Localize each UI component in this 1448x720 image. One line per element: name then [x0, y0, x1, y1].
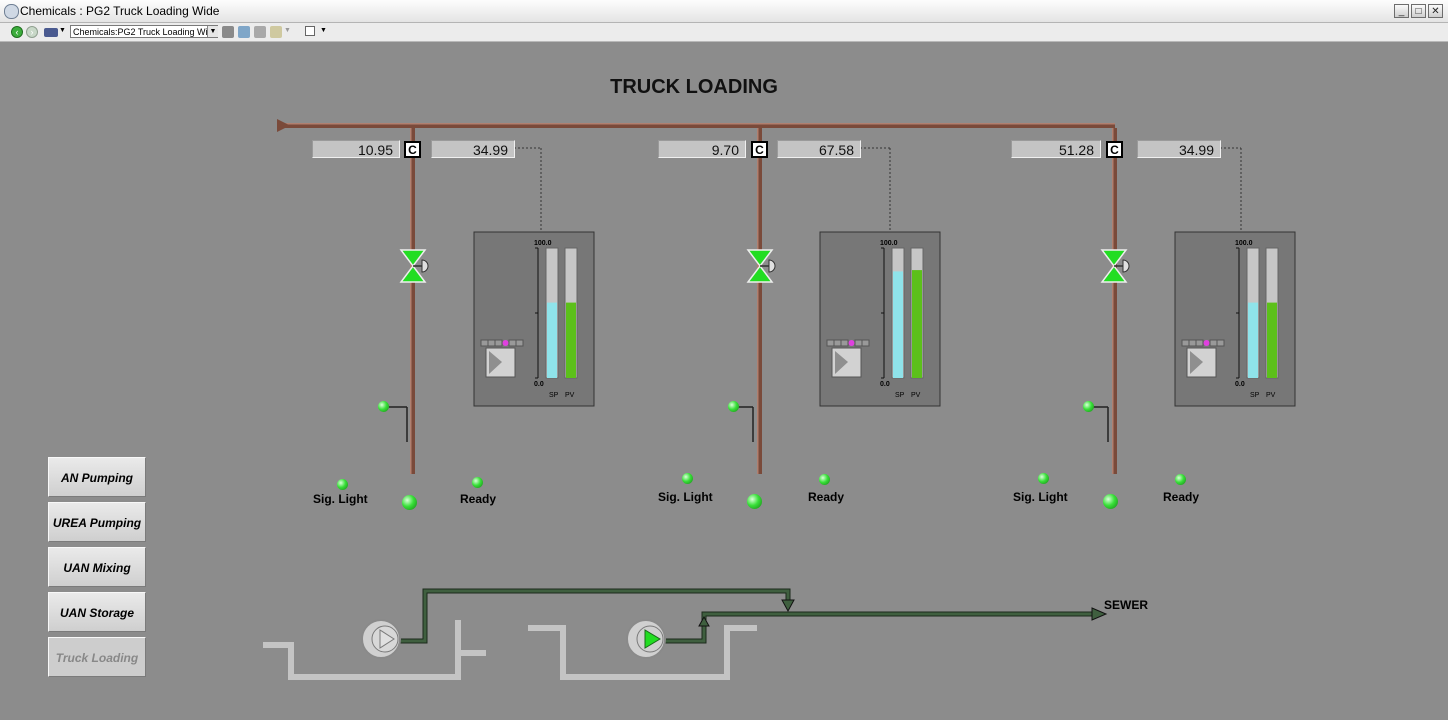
bay-3-flow-value[interactable]: 51.28 — [1011, 140, 1101, 158]
bay-3-sig-light — [1038, 473, 1049, 484]
bay-2-pv-label: PV — [911, 392, 921, 399]
bay-1-sp-bar — [547, 302, 557, 378]
bay-2-play-button[interactable] — [831, 347, 862, 378]
bay-2-pv-bar — [912, 270, 922, 378]
bay-2-ready-label: Ready — [808, 490, 845, 504]
nav-uan-mixing-tank-button[interactable]: UAN Mixing Tank — [48, 547, 146, 615]
bay-1-ready-light — [472, 477, 483, 488]
nav-an-pumping-button[interactable]: AN Pumping — [48, 457, 146, 497]
bay-2-sig-light-label: Sig. Light — [658, 490, 713, 504]
bay-2-run-light — [747, 494, 762, 509]
bay-2-status-light — [728, 401, 739, 412]
bay-1-scale-min: 0.0 — [534, 381, 544, 388]
bay-2-sp-label: SP — [895, 392, 905, 399]
bay-1-run-light — [402, 495, 417, 510]
bay-3-sig-light-label: Sig. Light — [1013, 490, 1068, 504]
bay-2-scale-max: 100.0 — [880, 240, 898, 247]
bay-1-ready-label: Ready — [460, 492, 497, 506]
bay-3-setpoint-value[interactable]: 34.99 — [1137, 140, 1221, 158]
bay-3-play-button[interactable] — [1186, 347, 1217, 378]
bay-2-flow-value[interactable]: 9.70 — [658, 140, 746, 158]
sump-1-pump-icon[interactable] — [361, 619, 401, 659]
bay-3-status-light — [1083, 401, 1094, 412]
bay-3-valve-icon[interactable] — [1100, 249, 1130, 283]
bay-1-sig-light — [337, 479, 348, 490]
bay-3-sp-label: SP — [1250, 392, 1260, 399]
sewer-label: SEWER — [1104, 598, 1149, 612]
bay-1-sig-light-label: Sig. Light — [313, 492, 368, 506]
bay-3-ready-light — [1175, 474, 1186, 485]
bay-1-scale-max: 100.0 — [534, 240, 552, 247]
nav-truck-loading-button[interactable]: Truck Loading — [48, 637, 146, 677]
bay-3-scale-max: 100.0 — [1235, 240, 1253, 247]
bay-1-setpoint-value[interactable]: 34.99 — [431, 140, 515, 158]
bay-2-drop-pipe — [757, 128, 762, 474]
bay-3-pv-label: PV — [1266, 392, 1276, 399]
bay-1-sp-label: SP — [549, 392, 559, 399]
bay-1-pv-label: PV — [565, 392, 575, 399]
process-graphic: 100.0 0.0 SP PV 100.0 0.0 SP PV 100.0 0.… — [263, 119, 1296, 680]
bay-2-ready-light — [819, 474, 830, 485]
bay-3-ready-label: Ready — [1163, 490, 1200, 504]
bay-1-drop-pipe — [410, 128, 415, 474]
bay-2-scale-min: 0.0 — [880, 381, 890, 388]
sump-1-outline — [263, 620, 461, 680]
bay-3-controller-button[interactable]: C — [1106, 141, 1123, 158]
header-pipe — [277, 119, 1115, 132]
bay-1-flow-value[interactable]: 10.95 — [312, 140, 400, 158]
nav-uan-storage-tank-button[interactable]: UAN Storage Tank — [48, 592, 146, 660]
bay-1-play-button[interactable] — [485, 347, 516, 378]
sump-2-pump-icon[interactable] — [626, 619, 666, 659]
sump-discharge-pipe — [400, 588, 1108, 644]
bay-3-tank-selector[interactable] — [1181, 339, 1225, 347]
bay-1-pv-bar — [566, 302, 576, 378]
bay-1-valve-icon[interactable] — [399, 249, 429, 283]
bay-2-sig-light — [682, 473, 693, 484]
bay-2-controller-button[interactable]: C — [751, 141, 768, 158]
bay-3-pv-bar — [1267, 302, 1277, 378]
bay-3-scale-min: 0.0 — [1235, 381, 1245, 388]
bay-2-tank-selector[interactable] — [826, 339, 870, 347]
bay-3-drop-pipe — [1112, 128, 1117, 474]
nav-urea-pumping-button[interactable]: UREA Pumping — [48, 502, 146, 542]
bay-3-run-light — [1103, 494, 1118, 509]
bay-3-sp-bar — [1248, 302, 1258, 378]
bay-1-status-light — [378, 401, 389, 412]
bay-1-tank-selector[interactable] — [480, 339, 524, 347]
bay-1-controller-button[interactable]: C — [404, 141, 421, 158]
bay-2-sp-bar — [893, 271, 903, 378]
bay-2-setpoint-value[interactable]: 67.58 — [777, 140, 861, 158]
bay-2-valve-icon[interactable] — [746, 249, 776, 283]
